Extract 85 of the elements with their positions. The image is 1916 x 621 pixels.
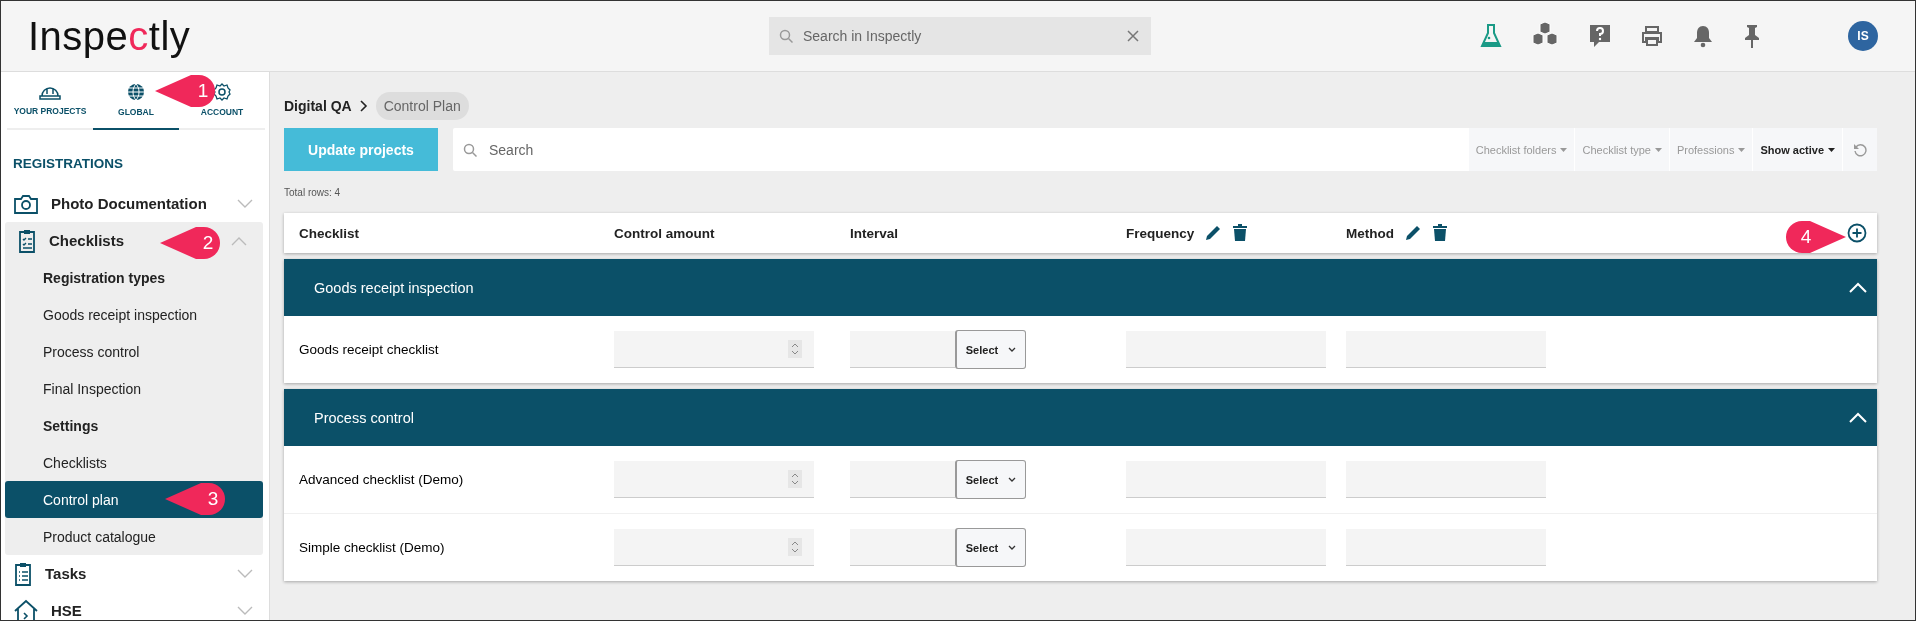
close-icon[interactable] [1127,30,1139,42]
nav-link[interactable]: Goods receipt inspection [5,296,263,333]
frequency-field[interactable] [1126,529,1326,566]
search-field[interactable]: Search Checklist folders Checklist type Professions Show active [453,128,1877,171]
caret-icon [1008,346,1017,353]
search-icon [463,142,477,157]
caret-icon [1008,544,1017,551]
nav-item[interactable]: Tasks [45,565,87,582]
globe-icon [127,83,145,101]
control-amount-field[interactable] [614,331,814,368]
caret-icon [1008,476,1017,483]
reset-icon[interactable] [1853,142,1867,157]
pencil-icon[interactable] [1404,224,1422,242]
group-header[interactable]: Goods receipt inspection [284,259,1877,316]
spinner-icon [788,470,802,488]
camera-icon [13,192,39,215]
inspectly-logo[interactable]: Inspectly [28,13,769,59]
clipboard-list-icon [13,560,33,587]
trash-icon[interactable] [1432,224,1448,242]
expand-icon [237,198,253,209]
breadcrumb-link[interactable]: Digital QA [284,98,352,114]
spinner-icon [788,538,802,556]
section-heading: REGISTRATIONS [13,156,124,171]
column-header: Method [1346,225,1394,241]
method-field[interactable] [1346,461,1546,498]
expand-icon [237,605,253,616]
frequency-field[interactable] [1126,461,1326,498]
interval-select[interactable]: Select [955,460,1026,499]
nav-item[interactable]: Checklists [49,232,125,249]
group-title: Goods receipt inspection [314,279,475,296]
pin-icon[interactable] [1742,23,1762,49]
house-icon [13,598,39,620]
chevron-right-icon [359,100,368,112]
nav-link[interactable]: Product catalogue [5,518,263,555]
caret-icon [1560,147,1568,152]
trash-icon[interactable] [1232,224,1249,242]
method-field[interactable] [1346,529,1546,566]
clipboard-icon [17,227,37,254]
column-header: Frequency [1126,225,1195,241]
spinner-icon [788,340,802,358]
column-header: Checklist [299,225,360,241]
checklist-name: Simple checklist (Demo) [298,540,446,555]
control-amount-field[interactable] [614,529,814,566]
add-icon[interactable] [1847,223,1867,243]
nav-heading: Registration types [42,268,167,288]
bell-icon[interactable] [1692,24,1714,48]
collapse-icon [231,235,247,246]
caret-icon [1828,147,1835,152]
help-icon[interactable] [1588,23,1612,49]
sidebar-tab[interactable]: YOUR PROJECTS [7,72,93,130]
nav-link[interactable]: Process control [5,333,263,370]
column-header: Control amount [614,225,715,241]
filter-dropdown[interactable]: Show active [1752,128,1842,171]
nav-item[interactable]: Photo Documentation [51,195,207,212]
control-amount-field[interactable] [614,461,814,498]
flask-icon[interactable] [1480,23,1502,49]
gear-icon [213,83,231,101]
nav-link[interactable]: Final Inspection [5,370,263,407]
frequency-field[interactable] [1126,331,1326,368]
caret-icon [1654,147,1662,152]
total-rows-label: Total rows: 4 [284,187,342,198]
breadcrumb-current: Control Plan [375,92,469,120]
checklist-name: Goods receipt checklist [298,342,440,357]
group-header[interactable]: Process control [284,389,1877,446]
column-header: Interval [850,225,899,241]
interval-field[interactable] [850,461,955,498]
caret-icon [1738,147,1746,152]
user-avatar[interactable]: IS [1848,21,1878,51]
collapse-icon [1849,412,1867,423]
checklist-name: Advanced checklist (Demo) [298,472,465,487]
interval-field[interactable] [850,331,955,368]
method-field[interactable] [1346,331,1546,368]
collapse-icon [1849,282,1867,293]
search-field[interactable]: Search in Inspectly [769,17,1151,55]
nav-item[interactable]: HSE [51,602,82,619]
interval-select[interactable]: Select [955,528,1026,567]
pencil-icon[interactable] [1204,224,1223,242]
interval-field[interactable] [850,529,955,566]
helmet-icon [39,84,61,100]
interval-select[interactable]: Select [955,330,1026,369]
expand-icon [237,568,253,579]
printer-icon[interactable] [1640,24,1664,48]
nav-link[interactable]: Checklists [5,444,263,481]
nav-heading: Settings [42,416,100,436]
group-title: Process control [314,409,415,426]
